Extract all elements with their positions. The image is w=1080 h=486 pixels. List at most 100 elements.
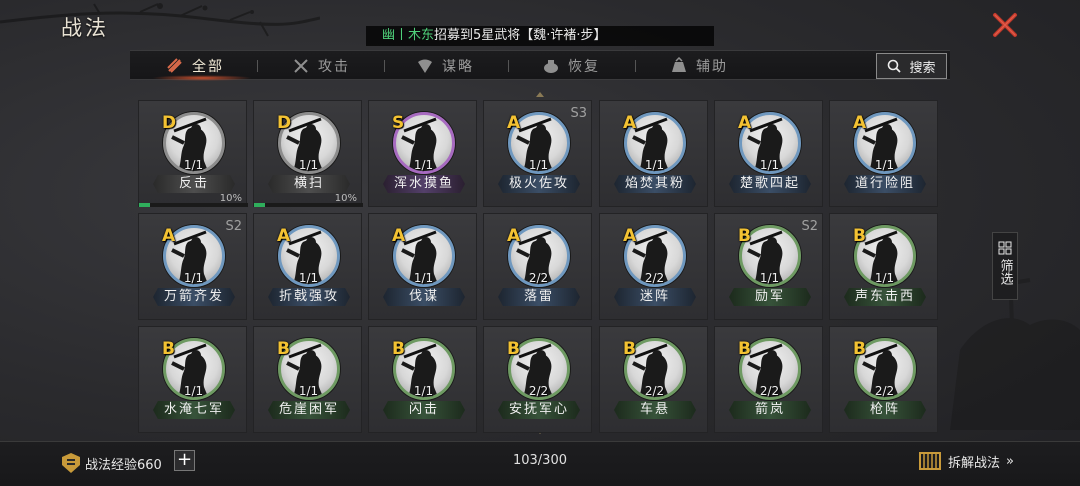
tab-support-label: 辅助 (696, 59, 728, 75)
tab-attack[interactable]: 攻击 (292, 51, 350, 81)
tactic-count: 1/1 (528, 158, 549, 172)
grade-label: B (507, 339, 520, 359)
tactic-card[interactable]: A 1/1 楚歌四起 (714, 100, 823, 207)
search-button[interactable]: 搜索 (876, 53, 947, 79)
tab-divider (635, 60, 636, 72)
progress-fill (139, 203, 150, 207)
tactic-card[interactable]: A 1/1 S3 极火佐攻 (483, 100, 592, 207)
tactic-count: 1/1 (413, 384, 434, 398)
tab-attack-label: 攻击 (318, 59, 350, 75)
tab-divider (508, 60, 509, 72)
tactic-card[interactable]: A 1/1 焰焚其粉 (599, 100, 708, 207)
tactic-card[interactable]: B 1/1 闪击 (368, 326, 477, 433)
tab-divider (384, 60, 385, 72)
grade-label: A (507, 113, 521, 133)
category-tabs: 全部 攻击 谋略 恢复 辅助 (130, 50, 950, 81)
tab-all-label: 全部 (192, 59, 224, 75)
tactic-count: 1/1 (413, 158, 434, 172)
close-icon[interactable] (990, 10, 1020, 40)
tactic-count: 1/1 (874, 271, 895, 285)
tab-support[interactable]: 辅助 (670, 51, 728, 81)
tactic-name: 焰焚其粉 (614, 175, 696, 193)
filter-grid-icon (998, 241, 1012, 255)
tactic-count: 1/1 (759, 158, 780, 172)
crossed-swords-icon (292, 57, 310, 75)
tactic-name: 楚歌四起 (729, 175, 811, 193)
tab-divider (257, 60, 258, 72)
search-label: 搜索 (909, 60, 936, 76)
season-tag: S2 (225, 219, 242, 234)
tactic-card[interactable]: B 1/1 危崖困军 (253, 326, 362, 433)
tactic-count: 2/2 (644, 384, 665, 398)
tactic-count: 2/2 (874, 384, 895, 398)
season-tag: S2 (801, 219, 818, 234)
filter-label: 筛选 (997, 259, 1013, 285)
tactic-card[interactable]: B 1/1 水淹七军 (138, 326, 247, 433)
tactic-name: 闪击 (383, 401, 465, 419)
grade-label: A (623, 113, 637, 133)
bottom-bar: 战法经验660 + 103/300 拆解战法 » (0, 441, 1080, 486)
grade-label: B (738, 226, 751, 246)
tactic-name: 车悬 (614, 401, 696, 419)
tactic-card[interactable]: B 2/2 车悬 (599, 326, 708, 433)
grade-label: B (392, 339, 405, 359)
tactic-count: 1/1 (298, 271, 319, 285)
grade-label: B (738, 339, 751, 359)
tactic-name: 危崖困军 (268, 401, 350, 419)
tactic-card[interactable]: B 2/2 安抚军心 (483, 326, 592, 433)
tactic-card[interactable]: D 1/1 横扫 10% (253, 100, 363, 207)
search-icon (888, 59, 902, 73)
tactic-name: 声东击西 (844, 288, 926, 306)
tactic-name: 极火佐攻 (498, 175, 580, 193)
season-tag: S3 (570, 106, 587, 121)
tactic-card[interactable]: B 1/1 S2 励军 (714, 213, 823, 320)
all-scroll-icon (166, 57, 184, 75)
progress-bar (139, 203, 248, 207)
tactic-name: 励军 (729, 288, 811, 306)
tab-strategy-label: 谋略 (442, 59, 474, 75)
tactic-name: 反击 (153, 175, 235, 193)
tactic-card[interactable]: D 1/1 反击 10% (138, 100, 248, 207)
tactic-card[interactable]: S 1/1 浑水摸鱼 (368, 100, 477, 207)
tactic-card[interactable]: B 1/1 声东击西 (829, 213, 938, 320)
page-title: 战法 (61, 16, 109, 40)
tactic-name: 横扫 (268, 175, 350, 193)
ticker-player-name: 幽丨木东 (382, 28, 435, 43)
dismantle-tactics-button[interactable]: 拆解战法 » (918, 450, 1014, 472)
grade-label: A (507, 226, 521, 246)
grade-label: A (623, 226, 637, 246)
grade-label: A (853, 113, 867, 133)
tactic-card[interactable]: B 2/2 箭岚 (714, 326, 823, 433)
tactic-card[interactable]: A 1/1 折戟强攻 (253, 213, 362, 320)
tactic-card[interactable]: A 2/2 迷阵 (599, 213, 708, 320)
tactic-card[interactable]: A 1/1 道行险阻 (829, 100, 938, 207)
grade-label: B (853, 339, 866, 359)
tactic-count: 2/2 (644, 271, 665, 285)
tactic-card[interactable]: A 2/2 落雷 (483, 213, 592, 320)
tactics-grid: D 1/1 反击 10% D 1/1 横扫 10% S 1/1 浑水摸鱼 A 1/1 S3 极火佐攻 A 1/1… (138, 100, 940, 433)
ticker-message: 招募到5星武将【魏·许褚·步】 (434, 28, 607, 43)
scroll-bundle-icon (919, 452, 941, 470)
pouch-icon (670, 57, 688, 75)
grade-label: A (162, 226, 176, 246)
tactic-card[interactable]: A 1/1 伐谋 (368, 213, 477, 320)
filter-button[interactable]: 筛选 (992, 232, 1018, 300)
tactic-name: 道行险阻 (844, 175, 926, 193)
tab-recovery[interactable]: 恢复 (542, 51, 600, 81)
grade-label: D (277, 113, 292, 133)
tactic-name: 安抚军心 (498, 401, 580, 419)
tactic-count: 1/1 (298, 158, 319, 172)
recruit-ticker: 幽丨木东招募到5星武将【魏·许褚·步】 (366, 26, 714, 46)
tactic-card[interactable]: A 1/1 S2 万箭齐发 (138, 213, 247, 320)
tactic-name: 水淹七军 (153, 401, 235, 419)
tactic-count: 1/1 (183, 271, 204, 285)
tactic-count: 2/2 (528, 384, 549, 398)
tab-strategy[interactable]: 谋略 (416, 51, 474, 81)
tactic-name: 落雷 (498, 288, 580, 306)
grade-label: D (162, 113, 177, 133)
medicine-pot-icon (542, 57, 560, 75)
grade-label: S (392, 113, 405, 133)
tab-all[interactable]: 全部 (166, 51, 224, 81)
tactic-count: 1/1 (413, 271, 434, 285)
tactic-card[interactable]: B 2/2 枪阵 (829, 326, 938, 433)
